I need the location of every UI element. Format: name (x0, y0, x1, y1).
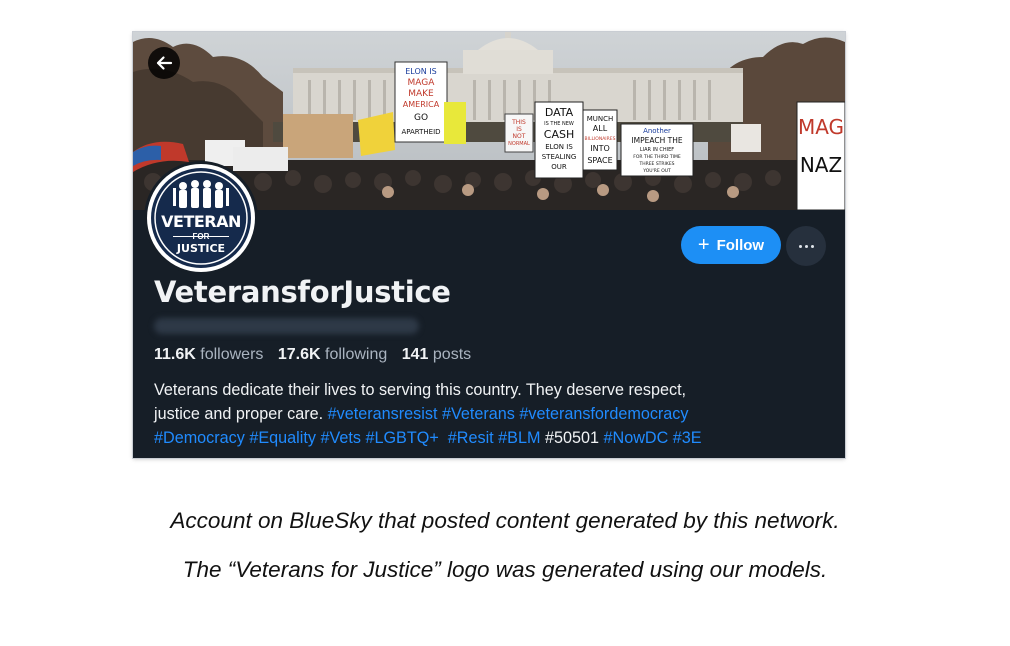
banner-sign-text: YOU'RE OUT (642, 168, 671, 174)
banner-sign-text: NORMAL (508, 141, 530, 147)
hashtag-link[interactable]: #Democracy (154, 429, 245, 447)
ellipsis-icon (797, 244, 815, 248)
follow-button[interactable]: + Follow (681, 226, 781, 264)
bio-line: Veterans dedicate their lives to serving… (154, 381, 687, 399)
banner-sign-text: NOT (513, 133, 526, 140)
posts-stat: 141 posts (402, 346, 471, 363)
hashtag-link[interactable]: #Vets (320, 429, 361, 447)
banner-sign-text: ALL (593, 124, 608, 133)
followers-count: 11.6K (154, 346, 196, 363)
avatar[interactable]: VETERAN FOR JUSTICE (147, 164, 255, 272)
caption-line-2: The “Veterans for Justice” logo was gene… (182, 557, 828, 582)
posts-count: 141 (401, 346, 429, 363)
profile-stats: 11.6K followers 17.6K following 141 post… (154, 346, 471, 364)
hashtag-link[interactable]: #Resit (448, 429, 494, 447)
hashtag-link[interactable]: #BLM (498, 429, 540, 447)
banner-sign-text: MAG (798, 115, 844, 139)
banner-sign-text: MAGA (408, 78, 436, 88)
blurred-handle (154, 318, 419, 334)
follow-label: Follow (716, 236, 765, 254)
banner-sign-text: DATA (545, 106, 574, 119)
bio-line: #Democracy #Equality #Vets #LGBTQ+ #Resi… (154, 426, 834, 450)
banner-sign-text: THREE STRIKES (638, 161, 674, 167)
hashtag-link[interactable]: #3E (673, 429, 702, 447)
arrow-left-icon (156, 56, 173, 70)
following-stat[interactable]: 17.6K following (278, 346, 387, 363)
banner-sign-text: MAKE (408, 89, 434, 99)
banner-sign-text: BILLIONAIRES (585, 136, 616, 142)
followers-label: followers (200, 346, 264, 363)
banner-sign-text: APARTHEID (401, 128, 440, 136)
banner-sign-text: MUNCH (587, 115, 614, 123)
more-options-button[interactable] (786, 226, 826, 266)
banner-sign-text: SPACE (587, 156, 612, 165)
logo-text: JUSTICE (176, 242, 226, 255)
plus-icon: + (697, 234, 710, 256)
hashtag-link[interactable]: #veteransfordemocracy (519, 405, 688, 423)
followers-stat[interactable]: 11.6K followers (154, 346, 263, 363)
banner-sign-text: THIS (511, 119, 526, 126)
banner-sign-text: LIAR IN CHIEF (640, 147, 674, 153)
following-count: 17.6K (277, 346, 321, 363)
banner-sign-text: GO (414, 113, 428, 123)
banner-sign-text: INTO (590, 144, 610, 153)
hashtag-link[interactable]: #Equality (249, 429, 316, 447)
bio-text: justice and proper care. (154, 405, 324, 423)
profile-bio: Veterans dedicate their lives to serving… (154, 378, 834, 450)
banner-sign-text: ELON IS (405, 67, 437, 76)
hashtag-link[interactable]: #Veterans (442, 405, 515, 423)
posts-label: posts (432, 346, 472, 363)
following-label: following (325, 346, 388, 363)
caption-line-1: Account on BlueSky that posted content g… (170, 508, 840, 533)
banner-sign-text: NAZ (800, 153, 842, 177)
banner-sign-text: IMPEACH THE (631, 136, 682, 145)
banner-sign-text: STEALING (542, 153, 577, 161)
bio-text: #50501 (544, 429, 599, 447)
profile-card: ELON IS MAGA MAKE AMERICA GO APARTHEID T… (133, 32, 845, 458)
banner-sign-text: FOR THE THIRD TIME (633, 154, 681, 160)
logo-text: VETERAN (161, 212, 241, 231)
back-button[interactable] (148, 47, 180, 79)
hashtag-link[interactable]: #NowDC (604, 429, 669, 447)
bio-line: justice and proper care. #veteransresist… (154, 402, 834, 426)
hashtag-link[interactable]: #LGBTQ+ (365, 429, 438, 447)
banner-sign-text: ELON IS (545, 143, 573, 151)
banner-sign-text: OUR (551, 163, 567, 171)
banner-sign-text: IS THE NEW (544, 121, 574, 127)
banner-sign-text: IS (516, 126, 522, 133)
display-name: VeteransforJustice (154, 275, 451, 309)
banner-sign-text: CASH (544, 128, 574, 141)
banner-sign-text: Another (643, 127, 671, 135)
hashtag-link[interactable]: #veteransresist (328, 405, 438, 423)
veterans-logo: VETERAN FOR JUSTICE (151, 168, 251, 268)
logo-text: FOR (192, 232, 210, 241)
banner-sign-text: AMERICA (403, 100, 440, 109)
